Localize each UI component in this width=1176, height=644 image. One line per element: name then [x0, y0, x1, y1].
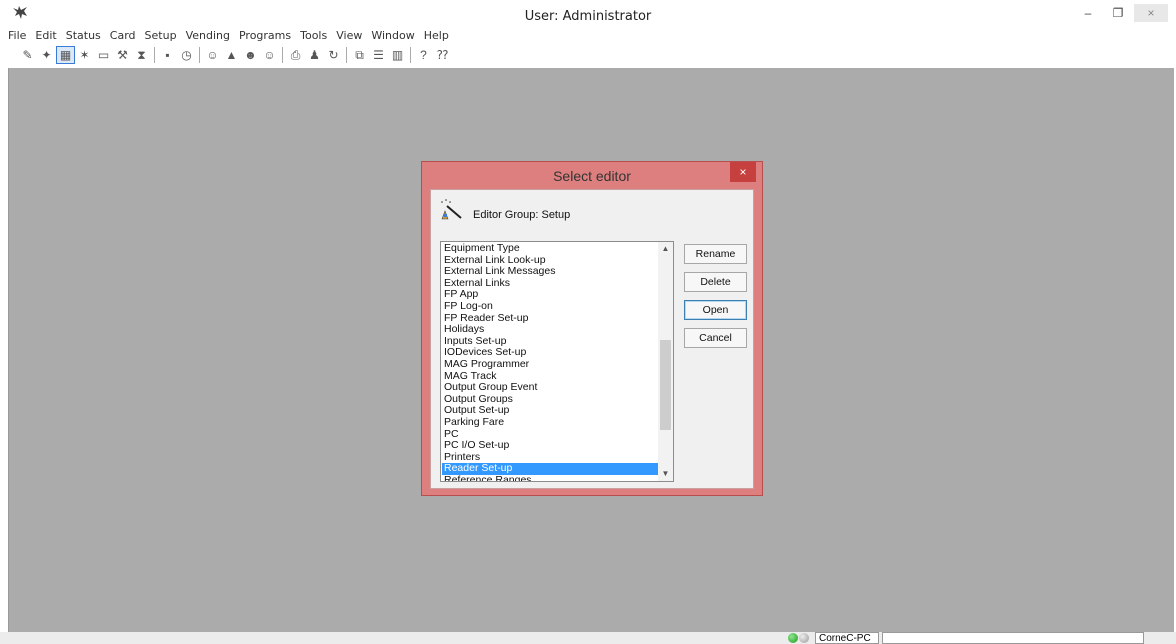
delete-button[interactable]: Delete — [684, 272, 747, 292]
context-help-icon[interactable]: ⁇ — [433, 46, 452, 64]
list-item[interactable]: PC I/O Set-up — [442, 439, 660, 452]
config-icon[interactable]: ⚒ — [113, 46, 132, 64]
user-icon[interactable]: ☺ — [203, 46, 222, 64]
lock-icon[interactable]: ▲ — [222, 46, 241, 64]
status-bar: CorneC-PC — [0, 632, 1176, 644]
select-editor-dialog: Select editor × Editor Group: Setup Equi… — [421, 161, 763, 496]
cancel-button[interactable]: Cancel — [684, 328, 747, 348]
tile-vertical-icon[interactable]: ▥ — [388, 46, 407, 64]
monitor-icon[interactable]: ▭ — [94, 46, 113, 64]
toolbar-separator — [346, 47, 347, 63]
menu-status[interactable]: Status — [66, 28, 101, 44]
menu-bar: File Edit Status Card Setup Vending Programs To… — [0, 28, 1176, 44]
restore-button[interactable]: ❐ — [1104, 4, 1132, 22]
minimize-button[interactable]: – — [1074, 4, 1102, 22]
broom-icon[interactable]: ✎ — [18, 46, 37, 64]
scroll-thumb[interactable] — [660, 340, 671, 430]
close-window-button[interactable]: × — [1134, 4, 1168, 22]
toolbar-separator — [410, 47, 411, 63]
menu-vending[interactable]: Vending — [186, 28, 230, 44]
clock-icon[interactable]: ◷ — [177, 46, 196, 64]
refresh-icon[interactable]: ↻ — [324, 46, 343, 64]
toolbar-separator — [199, 47, 200, 63]
editor-icon[interactable]: ▦ — [56, 46, 75, 64]
dialog-title: Select editor — [553, 168, 631, 184]
dialog-close-button[interactable]: × — [730, 162, 756, 182]
tile-horizontal-icon[interactable]: ☰ — [369, 46, 388, 64]
menu-view[interactable]: View — [336, 28, 362, 44]
open-button[interactable]: Open — [684, 300, 747, 320]
magic-wand-icon[interactable]: ✦ — [37, 46, 56, 64]
offline-light-icon — [799, 633, 809, 643]
menu-programs[interactable]: Programs — [239, 28, 291, 44]
setup-wizard-icon[interactable]: ✶ — [75, 46, 94, 64]
rename-button[interactable]: Rename — [684, 244, 747, 264]
menu-edit[interactable]: Edit — [35, 28, 56, 44]
editor-listbox[interactable]: Equipment Type External Link Look-up Exter… — [440, 241, 674, 482]
setup-wizard-icon — [441, 199, 462, 220]
menu-tools[interactable]: Tools — [300, 28, 327, 44]
editor-list: Equipment Type External Link Look-up Exter… — [442, 242, 660, 481]
list-item[interactable]: Holidays — [442, 324, 660, 336]
list-item[interactable]: FP Log-on — [442, 300, 660, 313]
scroll-up-button[interactable]: ▲ — [658, 242, 673, 256]
list-item[interactable]: MAG Programmer — [442, 358, 660, 371]
window-controls: – ❐ × — [1074, 4, 1168, 22]
status-pc-name: CorneC-PC — [815, 632, 879, 644]
list-item[interactable]: Parking Fare — [442, 416, 660, 429]
help-icon[interactable]: ? — [414, 46, 433, 64]
list-item[interactable]: Reference Ranges — [442, 474, 660, 481]
menu-setup[interactable]: Setup — [145, 28, 177, 44]
hourglass-icon[interactable]: ⧗ — [132, 46, 151, 64]
menu-card[interactable]: Card — [110, 28, 136, 44]
printer-icon[interactable]: ⎙ — [286, 46, 305, 64]
user-search-icon[interactable]: ☺ — [260, 46, 279, 64]
cascade-icon[interactable]: ⧉ — [350, 46, 369, 64]
toolbar-separator — [154, 47, 155, 63]
users-icon[interactable]: ☻ — [241, 46, 260, 64]
person-icon[interactable]: ♟ — [305, 46, 324, 64]
connection-status — [788, 633, 809, 643]
online-light-icon — [788, 633, 798, 643]
window-title-bar: User: Administrator – ❐ × — [0, 0, 1176, 28]
dialog-body: Editor Group: Setup Equipment Type Extern… — [430, 189, 754, 489]
scroll-down-button[interactable]: ▼ — [658, 467, 673, 481]
window-title: User: Administrator — [524, 9, 652, 24]
save-icon[interactable]: ▪ — [158, 46, 177, 64]
menu-file[interactable]: File — [8, 28, 26, 44]
list-item[interactable]: Equipment Type — [442, 242, 660, 255]
list-scrollbar[interactable]: ▲ ▼ — [658, 242, 673, 481]
toolbar: ✎ ✦ ▦ ✶ ▭ ⚒ ⧗ ▪ ◷ ☺ ▲ ☻ ☺ ⎙ ♟ ↻ ⧉ ☰ ▥? ⁇ — [0, 44, 1176, 66]
status-message-field — [882, 632, 1144, 644]
editor-group-label: Editor Group: Setup — [473, 209, 571, 221]
list-item[interactable]: Output Group Event — [442, 382, 660, 394]
toolbar-separator — [282, 47, 283, 63]
menu-window[interactable]: Window — [371, 28, 414, 44]
menu-help[interactable]: Help — [424, 28, 449, 44]
